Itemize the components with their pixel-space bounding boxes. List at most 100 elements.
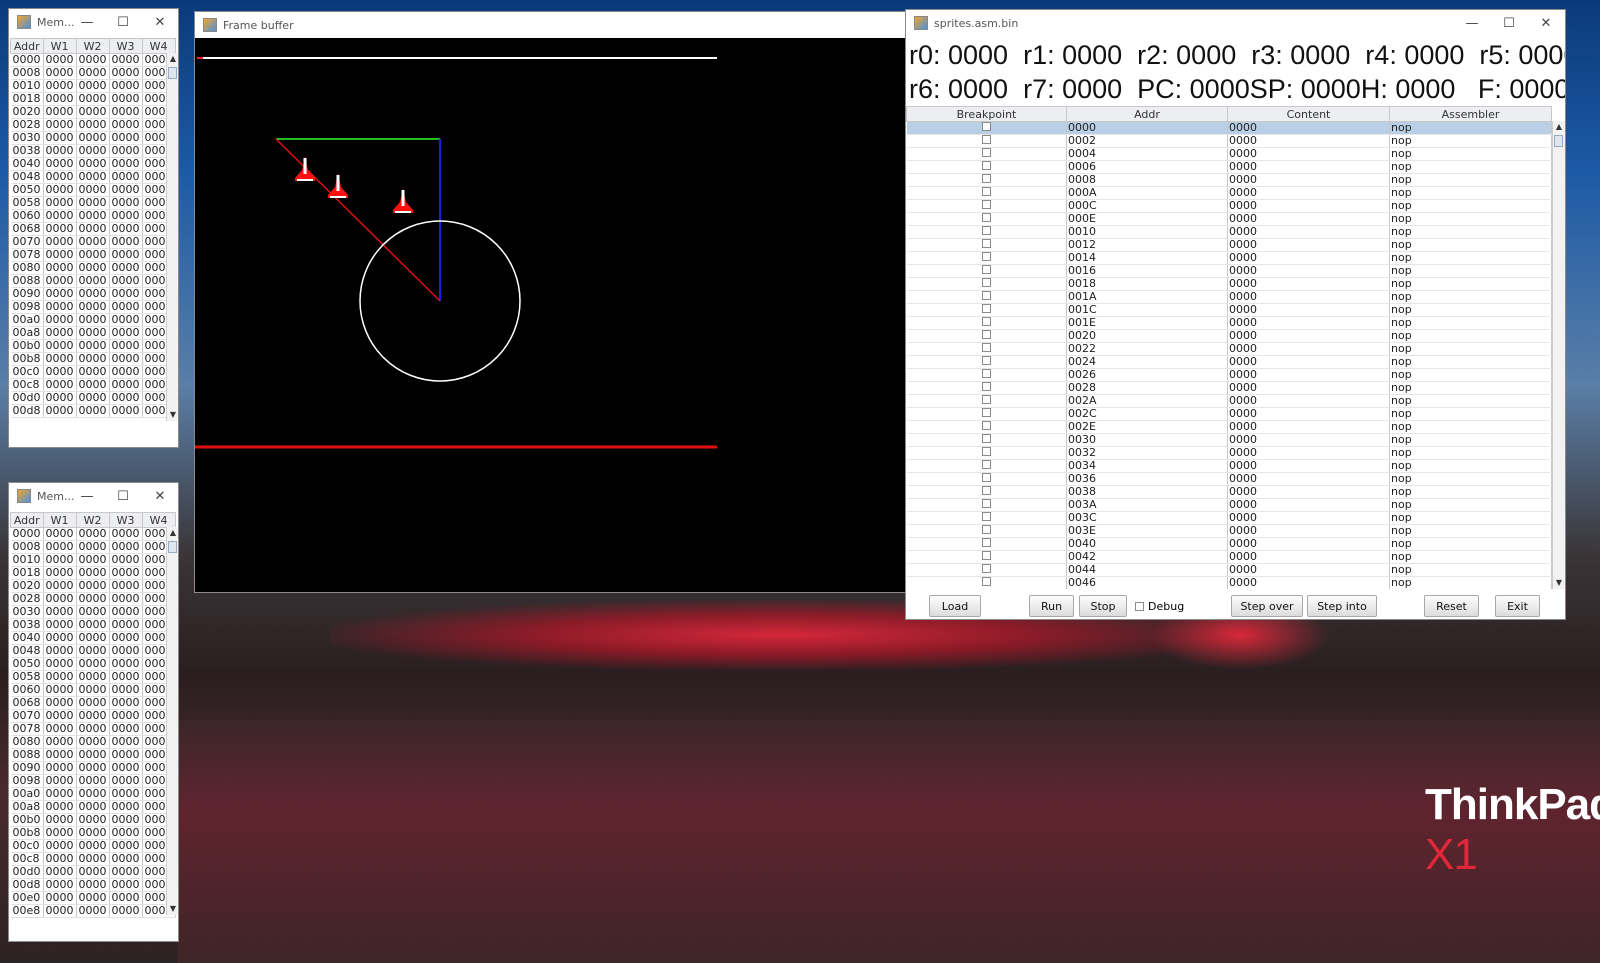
address-cell[interactable]: 0080: [10, 261, 44, 275]
word-cell[interactable]: 0000: [43, 748, 77, 762]
word-cell[interactable]: 0000: [43, 300, 77, 314]
code-row[interactable]: 0008 0000 nop: [906, 173, 1552, 187]
word-cell[interactable]: 0000: [43, 813, 77, 827]
word-cell[interactable]: 0000: [76, 657, 110, 671]
table-row[interactable]: 00a0 0000 0000 0000 0000: [10, 787, 176, 801]
memory-window-titlebar[interactable]: Mem... — ☐ ✕: [9, 9, 178, 35]
address-cell[interactable]: 00c0: [10, 839, 44, 853]
minimize-icon[interactable]: —: [71, 483, 103, 509]
content-cell[interactable]: 0000: [1227, 225, 1390, 239]
column-header[interactable]: Addr: [10, 38, 44, 54]
word-cell[interactable]: 0000: [109, 826, 143, 840]
code-row[interactable]: 003A 0000 nop: [906, 498, 1552, 512]
address-cell[interactable]: 00e8: [10, 904, 44, 918]
address-cell[interactable]: 003C: [1066, 511, 1228, 525]
table-row[interactable]: 0040 0000 0000 0000 0000: [10, 631, 176, 645]
column-header[interactable]: W2: [75, 38, 110, 54]
word-cell[interactable]: 0000: [76, 79, 110, 93]
content-cell[interactable]: 0000: [1227, 459, 1390, 473]
word-cell[interactable]: 0000: [76, 579, 110, 593]
assembler-cell[interactable]: nop: [1389, 459, 1552, 473]
word-cell[interactable]: 0000: [43, 131, 77, 145]
debugger-window[interactable]: sprites.asm.bin — ☐ ✕ r0: 0000 r1: 0000 …: [905, 9, 1566, 620]
word-cell[interactable]: 0000: [43, 618, 77, 632]
breakpoint-cell[interactable]: [906, 212, 1067, 226]
maximize-icon[interactable]: ☐: [107, 9, 139, 35]
content-cell[interactable]: 0000: [1227, 121, 1390, 135]
code-row[interactable]: 0040 0000 nop: [906, 537, 1552, 551]
breakpoint-checkbox[interactable]: [982, 265, 992, 274]
code-row[interactable]: 003C 0000 nop: [906, 511, 1552, 525]
word-cell[interactable]: 0000: [76, 352, 110, 366]
content-cell[interactable]: 0000: [1227, 420, 1390, 434]
word-cell[interactable]: 0000: [43, 904, 77, 918]
breakpoint-cell[interactable]: [906, 121, 1067, 135]
table-row[interactable]: 0050 0000 0000 0000 0000: [10, 657, 176, 671]
breakpoint-checkbox[interactable]: [982, 239, 992, 248]
word-cell[interactable]: 0000: [76, 378, 110, 392]
word-cell[interactable]: 0000: [43, 787, 77, 801]
address-cell[interactable]: 00d0: [10, 391, 44, 405]
word-cell[interactable]: 0000: [43, 735, 77, 749]
word-cell[interactable]: 0000: [109, 787, 143, 801]
word-cell[interactable]: 0000: [76, 683, 110, 697]
address-cell[interactable]: 0008: [10, 66, 44, 80]
table-row[interactable]: 0008 0000 0000 0000 0000: [10, 540, 176, 554]
word-cell[interactable]: 0000: [109, 540, 143, 554]
word-cell[interactable]: 0000: [76, 813, 110, 827]
word-cell[interactable]: 0000: [43, 209, 77, 223]
reset-button[interactable]: Reset: [1424, 595, 1479, 617]
table-row[interactable]: 0098 0000 0000 0000 0000: [10, 300, 176, 314]
table-row[interactable]: 0000 0000 0000 0000 0000: [10, 527, 176, 541]
assembler-cell[interactable]: nop: [1389, 147, 1552, 161]
scroll-down-icon[interactable]: ▼: [167, 409, 178, 421]
framebuffer-titlebar[interactable]: Frame buffer: [195, 12, 905, 38]
code-row[interactable]: 002E 0000 nop: [906, 420, 1552, 434]
breakpoint-cell[interactable]: [906, 420, 1067, 434]
table-row[interactable]: 0040 0000 0000 0000 0000: [10, 157, 176, 171]
word-cell[interactable]: 0000: [76, 605, 110, 619]
word-cell[interactable]: 0000: [109, 865, 143, 879]
word-cell[interactable]: 0000: [43, 540, 77, 554]
address-cell[interactable]: 0028: [1066, 381, 1228, 395]
word-cell[interactable]: 0000: [43, 378, 77, 392]
table-row[interactable]: 0028 0000 0000 0000 0000: [10, 118, 176, 132]
step-over-button[interactable]: Step over: [1231, 595, 1303, 617]
address-cell[interactable]: 0034: [1066, 459, 1228, 473]
breakpoint-checkbox[interactable]: [982, 512, 992, 521]
assembler-cell[interactable]: nop: [1389, 355, 1552, 369]
scroll-up-icon[interactable]: ▲: [167, 527, 178, 539]
address-cell[interactable]: 0012: [1066, 238, 1228, 252]
address-cell[interactable]: 0042: [1066, 550, 1228, 564]
content-cell[interactable]: 0000: [1227, 199, 1390, 213]
table-row[interactable]: 0058 0000 0000 0000 0000: [10, 670, 176, 684]
address-cell[interactable]: 0024: [1066, 355, 1228, 369]
address-cell[interactable]: 0044: [1066, 563, 1228, 577]
assembler-cell[interactable]: nop: [1389, 290, 1552, 304]
word-cell[interactable]: 0000: [109, 339, 143, 353]
address-cell[interactable]: 0038: [10, 144, 44, 158]
breakpoint-checkbox[interactable]: [982, 317, 992, 326]
table-row[interactable]: 0008 0000 0000 0000 0000: [10, 66, 176, 80]
breakpoint-checkbox[interactable]: [982, 577, 992, 586]
assembler-cell[interactable]: nop: [1389, 511, 1552, 525]
address-cell[interactable]: 0026: [1066, 368, 1228, 382]
address-cell[interactable]: 00b0: [10, 813, 44, 827]
word-cell[interactable]: 0000: [43, 605, 77, 619]
assembler-cell[interactable]: nop: [1389, 446, 1552, 460]
word-cell[interactable]: 0000: [109, 118, 143, 132]
word-cell[interactable]: 0000: [109, 618, 143, 632]
word-cell[interactable]: 0000: [109, 365, 143, 379]
word-cell[interactable]: 0000: [76, 722, 110, 736]
address-cell[interactable]: 0068: [10, 696, 44, 710]
word-cell[interactable]: 0000: [109, 209, 143, 223]
word-cell[interactable]: 0000: [43, 261, 77, 275]
table-row[interactable]: 00b0 0000 0000 0000 0000: [10, 813, 176, 827]
address-cell[interactable]: 0090: [10, 287, 44, 301]
breakpoint-cell[interactable]: [906, 303, 1067, 317]
address-cell[interactable]: 0016: [1066, 264, 1228, 278]
assembler-cell[interactable]: nop: [1389, 238, 1552, 252]
table-row[interactable]: 0020 0000 0000 0000 0000: [10, 579, 176, 593]
code-row[interactable]: 002A 0000 nop: [906, 394, 1552, 408]
content-cell[interactable]: 0000: [1227, 368, 1390, 382]
